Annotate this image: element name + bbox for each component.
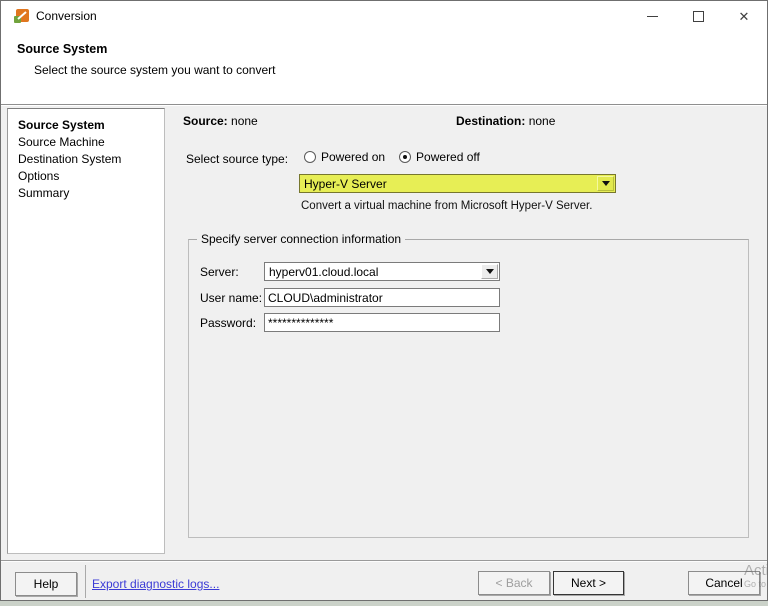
destination-summary: Destination: none (456, 114, 555, 128)
source-value: none (231, 114, 258, 128)
export-diagnostic-logs-link[interactable]: Export diagnostic logs... (92, 577, 219, 591)
groupbox-legend: Specify server connection information (197, 232, 406, 246)
chevron-down-icon (485, 269, 494, 274)
username-row: User name: (200, 288, 500, 307)
close-button[interactable]: ✕ (721, 1, 767, 31)
back-button: < Back (478, 571, 550, 595)
page-title: Source System (17, 42, 108, 56)
password-field-label: Password: (200, 315, 257, 330)
conversion-wizard-window: Conversion ✕ Source System Select the so… (0, 0, 768, 601)
screen: { "window": { "title": "Conversion", "cl… (0, 0, 768, 606)
header-separator (1, 104, 767, 106)
sidebar-item-destination-system[interactable]: Destination System (8, 151, 164, 168)
source-type-dropdown-value: Hyper-V Server (304, 176, 387, 191)
maximize-button[interactable] (675, 1, 721, 31)
sidebar-item-source-system[interactable]: Source System (8, 117, 164, 134)
username-input[interactable] (264, 288, 500, 307)
title-bar: Conversion ✕ (1, 1, 767, 31)
source-type-description: Convert a virtual machine from Microsoft… (301, 200, 593, 212)
source-type-radio-group: Powered on Powered off (304, 150, 480, 164)
sidebar-item-source-machine[interactable]: Source Machine (8, 134, 164, 151)
footer-bar: Help Export diagnostic logs... < Back Ne… (1, 562, 767, 601)
server-connection-groupbox: Specify server connection information Se… (188, 232, 749, 538)
chevron-down-icon (601, 181, 610, 186)
close-icon: ✕ (738, 8, 750, 24)
radio-powered-off-label: Powered off (416, 150, 480, 164)
wizard-header: Source System Select the source system y… (1, 31, 767, 104)
radio-powered-on-circle[interactable] (304, 151, 316, 163)
wizard-steps-sidebar: Source System Source Machine Destination… (7, 108, 165, 554)
server-combobox-value: hyperv01.cloud.local (269, 264, 379, 279)
server-field-label: Server: (200, 264, 239, 279)
username-field-label: User name: (200, 290, 263, 305)
radio-powered-off-circle[interactable] (399, 151, 412, 163)
help-button[interactable]: Help (15, 572, 77, 596)
next-button[interactable]: Next > (553, 571, 624, 595)
radio-powered-on[interactable]: Powered on (304, 150, 385, 164)
page-subtitle: Select the source system you want to con… (34, 63, 276, 77)
destination-label: Destination: (456, 114, 526, 128)
server-combobox[interactable]: hyperv01.cloud.local (264, 262, 500, 281)
radio-powered-off[interactable]: Powered off (399, 150, 480, 164)
server-row: Server: hyperv01.cloud.local (200, 262, 500, 281)
password-row: Password: (200, 313, 500, 332)
minimize-icon (646, 15, 658, 17)
password-input[interactable] (264, 313, 500, 332)
sidebar-item-summary[interactable]: Summary (8, 185, 164, 202)
destination-value: none (528, 114, 556, 128)
source-type-dropdown-arrow-button[interactable] (597, 176, 614, 191)
minimize-button[interactable] (629, 1, 675, 31)
window-controls: ✕ (629, 1, 767, 31)
converter-app-icon (14, 9, 29, 23)
source-label: Source: (183, 114, 228, 128)
source-summary: Source: none (183, 114, 258, 128)
server-combobox-arrow-button[interactable] (481, 264, 498, 279)
window-title: Conversion (36, 9, 97, 23)
maximize-icon (692, 10, 704, 22)
footer-divider (85, 565, 86, 598)
cancel-button[interactable]: Cancel (688, 571, 760, 595)
select-source-type-label: Select source type: (186, 152, 289, 166)
radio-powered-on-label: Powered on (321, 150, 386, 164)
sidebar-item-options[interactable]: Options (8, 168, 164, 185)
source-type-dropdown[interactable]: Hyper-V Server (299, 174, 616, 193)
